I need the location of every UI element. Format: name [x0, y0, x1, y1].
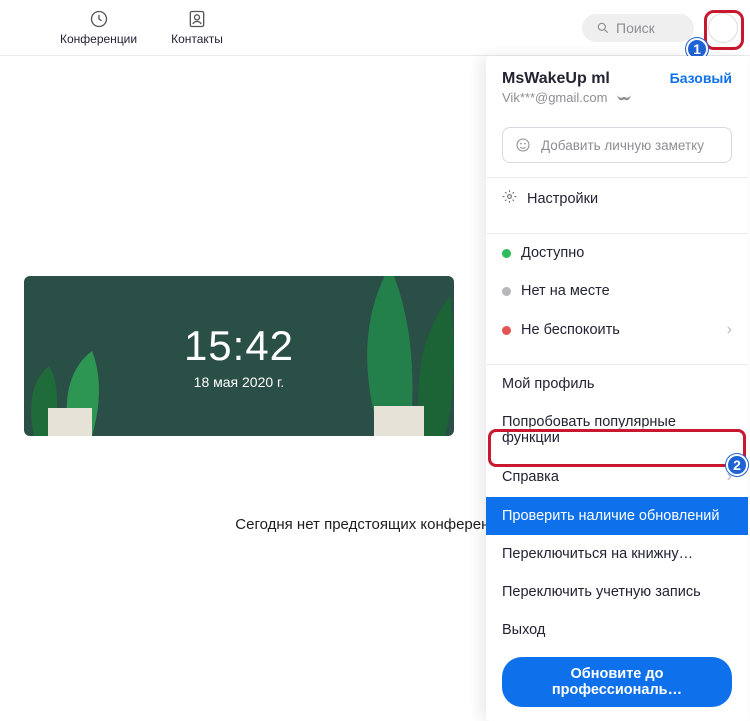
upgrade-button[interactable]: Обновите до профессиональ…	[502, 657, 732, 707]
search-input[interactable]: Поиск	[582, 14, 694, 42]
avatar-button[interactable]	[708, 13, 738, 43]
smile-icon	[515, 137, 531, 153]
profile-dropdown: MsWakeUp ml Базовый Vik***@gmail.com Доб…	[486, 56, 748, 721]
gear-icon	[502, 189, 517, 208]
search-placeholder: Поиск	[616, 20, 655, 36]
status-dot-green-icon	[502, 249, 511, 258]
tab-conferences-label: Конференции	[60, 32, 137, 46]
menu-try-features[interactable]: Попробовать популярные функции	[486, 403, 748, 457]
menu-settings[interactable]: Настройки	[486, 178, 748, 219]
status-dot-red-icon	[502, 326, 511, 335]
top-bar: Конференции Контакты Поиск	[0, 0, 750, 56]
nav-tabs: Конференции Контакты	[60, 9, 223, 46]
status-away[interactable]: Нет на месте	[486, 272, 748, 310]
status-dot-grey-icon	[502, 287, 511, 296]
clock-icon	[89, 9, 109, 29]
menu-logout[interactable]: Выход	[486, 611, 748, 649]
status-available[interactable]: Доступно	[486, 234, 748, 272]
contacts-icon	[187, 9, 207, 29]
menu-switch-account[interactable]: Переключить учетную запись	[486, 573, 748, 611]
menu-portrait-mode[interactable]: Переключиться на книжну…	[486, 535, 748, 573]
profile-name: MsWakeUp ml	[502, 70, 610, 88]
clock-date: 18 мая 2020 г.	[194, 374, 285, 390]
plant-decoration-icon	[310, 276, 454, 436]
chevron-right-icon: ›	[727, 321, 732, 339]
plant-decoration-icon	[24, 316, 134, 436]
dropdown-header: MsWakeUp ml Базовый Vik***@gmail.com	[486, 56, 748, 115]
menu-help[interactable]: Справка ›	[486, 457, 748, 497]
status-dnd[interactable]: Не беспокоить ›	[486, 310, 748, 350]
tab-conferences[interactable]: Конференции	[60, 9, 137, 46]
search-icon	[596, 21, 610, 35]
clock-card: 15:42 18 мая 2020 г.	[24, 276, 454, 436]
profile-email: Vik***@gmail.com	[502, 90, 732, 105]
personal-note-input[interactable]: Добавить личную заметку	[502, 127, 732, 163]
clock-time: 15:42	[184, 322, 294, 370]
bat-icon	[617, 93, 631, 103]
plan-badge[interactable]: Базовый	[670, 70, 732, 86]
note-placeholder: Добавить личную заметку	[541, 138, 704, 153]
chevron-right-icon: ›	[727, 468, 732, 486]
menu-my-profile[interactable]: Мой профиль	[486, 365, 748, 403]
tab-contacts-label: Контакты	[171, 32, 223, 46]
menu-check-updates[interactable]: Проверить наличие обновлений	[486, 497, 748, 535]
tab-contacts[interactable]: Контакты	[171, 9, 223, 46]
